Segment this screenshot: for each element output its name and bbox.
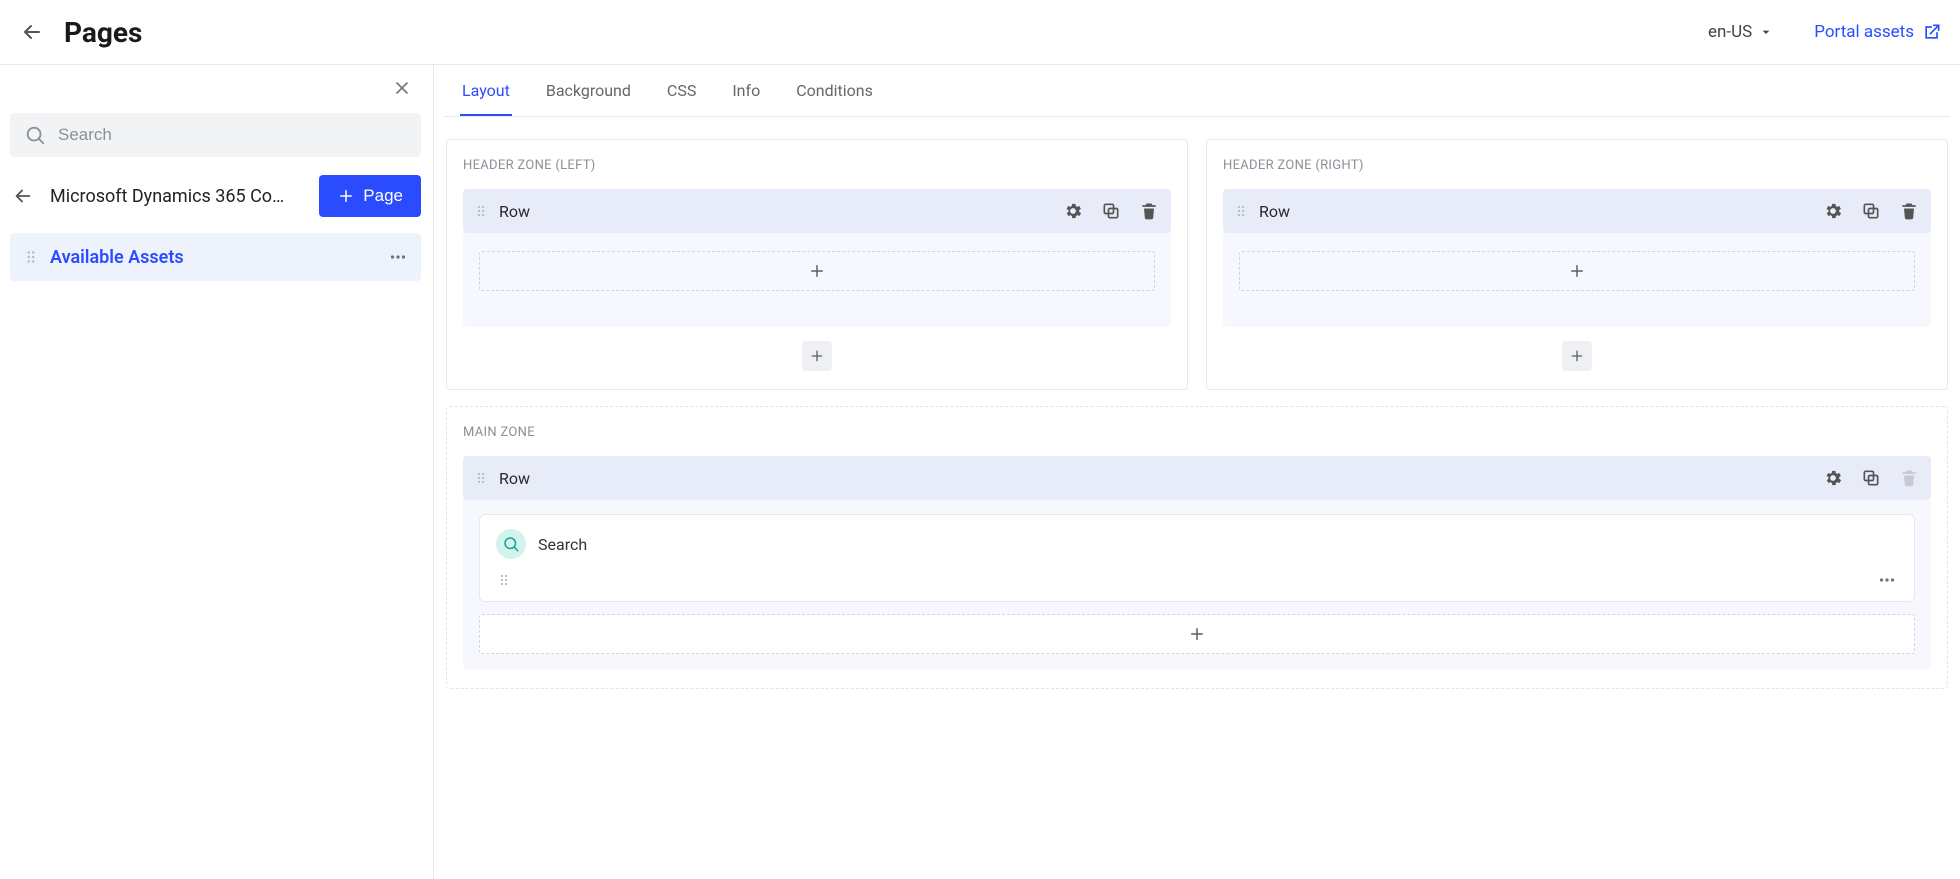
sidebar-search[interactable] [10,113,421,157]
editor-panel: Layout Background CSS Info Conditions HE… [434,65,1960,879]
zone-title: HEADER ZONE (RIGHT) [1223,158,1931,173]
row-label: Row [1259,202,1290,221]
add-widget-slot[interactable] [479,614,1915,654]
zone-header-right: HEADER ZONE (RIGHT) Row [1206,139,1948,390]
arrow-left-icon [12,185,34,207]
tree-node-active[interactable]: Available Assets [10,233,421,281]
copy-icon [1861,201,1881,221]
row-label: Row [499,202,530,221]
row-delete-button [1899,468,1919,488]
add-widget-slot[interactable] [479,251,1155,291]
zone-title: MAIN ZONE [463,425,1931,440]
tab-background[interactable]: Background [544,67,633,116]
arrow-left-icon [20,20,44,44]
zone-header-left: HEADER ZONE (LEFT) Row [446,139,1188,390]
search-icon [502,535,520,553]
search-icon [24,124,46,146]
drag-handle-icon[interactable] [1233,203,1249,219]
row-header[interactable]: Row [463,189,1171,233]
close-sidebar-button[interactable] [389,75,415,101]
row-delete-button[interactable] [1139,201,1159,221]
drag-handle-icon[interactable] [496,572,512,588]
row-settings-button[interactable] [1823,468,1843,488]
more-horizontal-icon [387,246,409,268]
close-icon [392,78,412,98]
plus-icon [809,348,825,364]
add-widget-slot[interactable] [1239,251,1915,291]
row-header[interactable]: Row [1223,189,1931,233]
page-title: Pages [64,16,142,49]
copy-icon [1861,468,1881,488]
row-settings-button[interactable] [1063,201,1083,221]
gear-icon [1823,468,1843,488]
trash-icon [1899,468,1919,488]
row-label: Row [499,469,530,488]
tab-info[interactable]: Info [730,67,762,116]
zone-main: MAIN ZONE Row [446,406,1948,689]
sidebar: Microsoft Dynamics 365 Co… Page Availabl… [0,65,434,879]
row-body [463,233,1171,327]
tree-node-label: Available Assets [50,247,184,268]
open-external-icon [1922,22,1942,42]
row-body: Search [463,500,1931,670]
tree-node-more-button[interactable] [387,246,409,268]
add-row-button[interactable] [802,341,832,371]
gear-icon [1063,201,1083,221]
row-settings-button[interactable] [1823,201,1843,221]
gear-icon [1823,201,1843,221]
widget-title: Search [538,535,587,554]
trash-icon [1139,201,1159,221]
row-copy-button[interactable] [1861,468,1881,488]
drag-handle-icon[interactable] [22,248,40,266]
breadcrumb-label: Microsoft Dynamics 365 Co… [50,186,284,207]
add-page-label: Page [363,186,403,206]
portal-assets-link[interactable]: Portal assets [1814,22,1942,42]
plus-icon [808,262,826,280]
row-copy-button[interactable] [1101,201,1121,221]
editor-tabs: Layout Background CSS Info Conditions [444,65,1950,117]
plus-icon [1188,625,1206,643]
caret-down-icon [1758,24,1774,40]
widget-type-icon [496,529,526,559]
portal-assets-label: Portal assets [1814,22,1914,42]
row-copy-button[interactable] [1861,201,1881,221]
trash-icon [1899,201,1919,221]
row-header[interactable]: Row [463,456,1931,500]
plus-icon [337,187,355,205]
copy-icon [1101,201,1121,221]
widget-more-button[interactable] [1876,569,1898,591]
more-horizontal-icon [1876,569,1898,591]
row-delete-button[interactable] [1899,201,1919,221]
back-button[interactable] [18,18,46,46]
top-bar: Pages en-US Portal assets [0,0,1960,65]
add-page-button[interactable]: Page [319,175,421,217]
tab-conditions[interactable]: Conditions [794,67,875,116]
widget-search[interactable]: Search [479,514,1915,602]
plus-icon [1569,348,1585,364]
locale-label: en-US [1708,22,1752,42]
plus-icon [1568,262,1586,280]
zone-title: HEADER ZONE (LEFT) [463,158,1171,173]
sidebar-search-input[interactable] [56,124,407,146]
drag-handle-icon[interactable] [473,470,489,486]
add-row-button[interactable] [1562,341,1592,371]
locale-selector[interactable]: en-US [1708,22,1774,42]
tab-layout[interactable]: Layout [460,67,512,116]
drag-handle-icon[interactable] [473,203,489,219]
breadcrumb-back-button[interactable] [10,183,36,209]
tab-css[interactable]: CSS [665,67,698,116]
row-body [1223,233,1931,327]
